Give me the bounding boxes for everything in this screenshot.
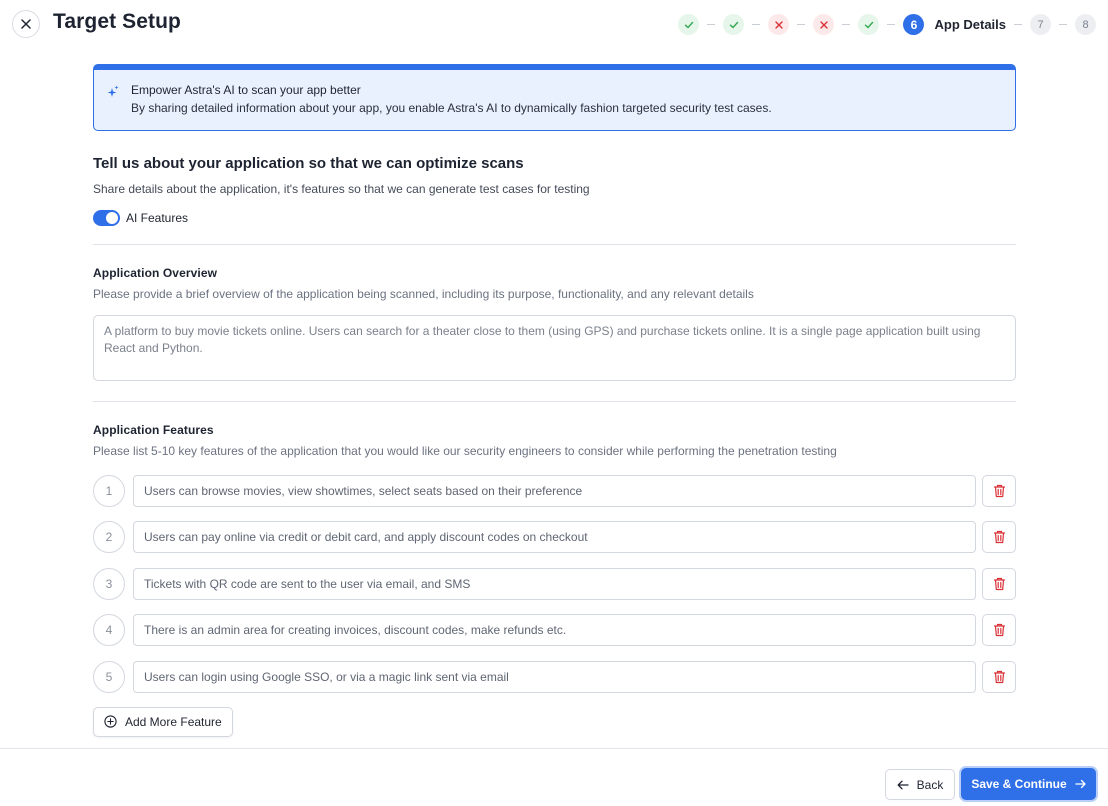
- feature-input[interactable]: Users can login using Google SSO, or via…: [133, 660, 976, 693]
- delete-feature-button[interactable]: [982, 567, 1016, 600]
- sparkle-icon: [107, 85, 119, 97]
- arrow-left-icon: [897, 780, 909, 789]
- arrow-right-icon: [1075, 779, 1086, 789]
- add-feature-button[interactable]: Add More Feature: [93, 706, 233, 737]
- overview-title: Application Overview: [93, 266, 218, 280]
- step-2-complete[interactable]: [723, 14, 745, 35]
- banner-title: Empower Astra's AI to scan your app bett…: [131, 83, 361, 97]
- feature-input[interactable]: Tickets with QR code are sent to the use…: [133, 567, 976, 600]
- back-label: Back: [916, 777, 944, 792]
- feature-row: 5 Users can login using Google SSO, or v…: [93, 660, 1016, 693]
- delete-feature-button[interactable]: [982, 614, 1016, 646]
- step-1-complete[interactable]: [678, 14, 700, 35]
- feature-number: 5: [93, 660, 125, 693]
- feature-input[interactable]: Users can browse movies, view showtimes,…: [133, 474, 976, 507]
- features-list: 1 Users can browse movies, view showtime…: [93, 474, 1016, 693]
- feature-row: 2 Users can pay online via credit or deb…: [93, 521, 1016, 554]
- progress-stepper: 6 App Details 7 8: [678, 14, 1096, 35]
- section-title: Tell us about your application so that w…: [93, 155, 524, 172]
- check-icon: [864, 21, 874, 28]
- ai-features-toggle-row: AI Features: [93, 210, 1016, 226]
- feature-input[interactable]: There is an admin area for creating invo…: [133, 614, 976, 646]
- step-separator: [887, 24, 896, 25]
- step-separator: [1014, 24, 1022, 25]
- step-7[interactable]: 7: [1030, 14, 1051, 35]
- overview-textarea[interactable]: A platform to buy movie tickets online. …: [93, 315, 1016, 381]
- ai-info-banner: Empower Astra's AI to scan your app bett…: [93, 64, 1016, 131]
- x-icon: [775, 20, 783, 29]
- ai-features-label: AI Features: [126, 211, 189, 225]
- feature-input[interactable]: Users can pay online via credit or debit…: [133, 521, 976, 553]
- trash-icon: [993, 530, 1005, 544]
- trash-icon: [993, 670, 1005, 683]
- save-continue-button[interactable]: Save & Continue: [961, 768, 1096, 800]
- step-separator: [1059, 24, 1067, 25]
- feature-row: 4 There is an admin area for creating in…: [93, 614, 1016, 647]
- feature-row: 1 Users can browse movies, view showtime…: [93, 474, 1016, 507]
- trash-icon: [993, 577, 1005, 590]
- check-icon: [729, 21, 739, 28]
- feature-number: 2: [93, 521, 125, 553]
- feature-number: 3: [93, 567, 125, 600]
- trash-icon: [993, 484, 1005, 497]
- check-icon: [684, 21, 694, 28]
- step-separator: [842, 24, 851, 25]
- footer-divider: [0, 748, 1108, 749]
- delete-feature-button[interactable]: [982, 521, 1016, 553]
- features-title: Application Features: [93, 423, 214, 437]
- x-icon: [820, 20, 828, 29]
- feature-number: 4: [93, 614, 125, 646]
- active-step-label: App Details: [934, 17, 1006, 32]
- step-separator: [707, 24, 716, 25]
- step-8[interactable]: 8: [1075, 14, 1096, 35]
- overview-description: Please provide a brief overview of the a…: [93, 287, 754, 301]
- feature-row: 3 Tickets with QR code are sent to the u…: [93, 567, 1016, 600]
- ai-features-toggle[interactable]: [93, 210, 120, 226]
- section-description: Share details about the application, it'…: [93, 182, 590, 196]
- step-separator: [797, 24, 806, 25]
- banner-text: By sharing detailed information about yo…: [131, 101, 772, 115]
- save-continue-label: Save & Continue: [971, 777, 1067, 791]
- step-6-active[interactable]: 6: [903, 14, 925, 35]
- step-5-complete[interactable]: [858, 14, 880, 35]
- trash-icon: [993, 623, 1005, 637]
- divider: [93, 244, 1016, 245]
- page-title: Target Setup: [53, 10, 181, 33]
- add-feature-label: Add More Feature: [125, 714, 222, 729]
- step-separator: [752, 24, 761, 25]
- back-button[interactable]: Back: [885, 769, 955, 800]
- divider: [93, 401, 1016, 402]
- close-button[interactable]: [12, 10, 40, 38]
- feature-number: 1: [93, 474, 125, 507]
- plus-circle-icon: [104, 715, 117, 728]
- features-description: Please list 5-10 key features of the app…: [93, 444, 837, 458]
- step-4-error[interactable]: [813, 14, 835, 35]
- main-content: Empower Astra's AI to scan your app bett…: [93, 64, 1016, 737]
- delete-feature-button[interactable]: [982, 474, 1016, 507]
- close-icon: [21, 19, 31, 29]
- delete-feature-button[interactable]: [982, 660, 1016, 693]
- step-3-error[interactable]: [768, 14, 790, 35]
